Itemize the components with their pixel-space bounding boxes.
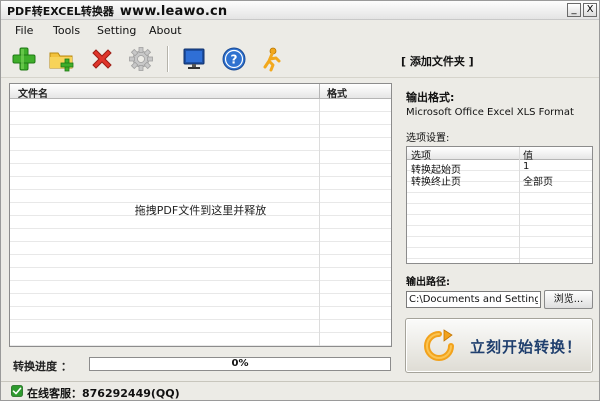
- start-conversion-button[interactable]: 立刻开始转换！: [405, 318, 593, 373]
- support-button[interactable]: [257, 44, 287, 74]
- menu-about[interactable]: About: [149, 24, 182, 37]
- minimize-button[interactable]: _: [567, 3, 581, 17]
- add-file-button[interactable]: [9, 44, 39, 74]
- output-path-label: 输出路径:: [406, 277, 450, 288]
- close-button[interactable]: X: [583, 3, 597, 17]
- file-list-rows: [10, 99, 391, 346]
- file-list[interactable]: 文件名 格式 拖拽PDF文件到这里并释放: [9, 83, 392, 347]
- column-divider: [319, 99, 320, 346]
- output-path-input[interactable]: [406, 291, 541, 308]
- menu-bar: File Tools Setting About: [1, 20, 599, 40]
- option-name-end-page[interactable]: 转换终止页: [411, 173, 461, 188]
- minimize-icon: _: [571, 4, 577, 15]
- title-bar: PDF转EXCEL转换器 www.leawo.cn _ X: [1, 1, 599, 20]
- browse-button[interactable]: 浏览...: [544, 290, 593, 309]
- toolbar: ? [ 添加文件夹 ]: [1, 40, 599, 78]
- options-grid-header: 选项 值: [407, 147, 592, 162]
- start-conversion-label: 立刻开始转换！: [470, 338, 583, 356]
- option-value-end-page[interactable]: 全部页: [523, 173, 553, 188]
- menu-setting[interactable]: Setting: [97, 24, 136, 37]
- column-header-format[interactable]: 格式: [327, 85, 347, 100]
- monitor-button[interactable]: [179, 44, 209, 74]
- add-folder-link[interactable]: [ 添加文件夹 ]: [401, 53, 474, 69]
- monitor-icon: [183, 48, 205, 69]
- option-value-start-page[interactable]: 1: [523, 161, 529, 172]
- file-list-header: 文件名 格式: [10, 84, 391, 100]
- support-contact-text: 在线客服：876292449(QQ): [27, 387, 180, 400]
- options-column-divider: [519, 147, 520, 263]
- add-icon: [12, 47, 36, 71]
- toolbar-separator: [167, 46, 168, 72]
- progress-label: 转换进度 ：: [13, 360, 72, 373]
- app-window: PDF转EXCEL转换器 www.leawo.cn _ X File Tools …: [0, 0, 600, 401]
- menu-tools[interactable]: Tools: [53, 24, 80, 37]
- settings-button[interactable]: [126, 44, 156, 74]
- help-icon: ?: [222, 47, 246, 71]
- progress-bar: 0%: [89, 357, 391, 371]
- add-folder-button[interactable]: [47, 44, 77, 74]
- drop-hint: 拖拽PDF文件到这里并释放: [134, 204, 267, 217]
- support-person-icon: [263, 47, 281, 72]
- delete-button[interactable]: [87, 44, 117, 74]
- check-icon: [11, 385, 23, 397]
- column-header-filename[interactable]: 文件名: [18, 85, 48, 100]
- progress-text: 0%: [231, 358, 249, 369]
- window-title: PDF转EXCEL转换器 www.leawo.cn: [7, 3, 227, 19]
- settings-icon: [129, 47, 153, 71]
- options-label: 选项设置:: [406, 133, 450, 144]
- refresh-arrow-icon: [424, 329, 454, 361]
- svg-text:?: ?: [231, 53, 238, 67]
- status-bar: 在线客服：876292449(QQ): [1, 381, 599, 400]
- menu-file[interactable]: File: [15, 24, 33, 37]
- help-button[interactable]: ?: [219, 44, 249, 74]
- close-icon: X: [586, 4, 594, 15]
- options-grid[interactable]: 选项 值 转换起始页 1 转换终止页 全部页: [406, 146, 593, 264]
- title-url: www.leawo.cn: [119, 4, 228, 19]
- output-format-label: 输出格式:: [406, 91, 455, 104]
- app-title: PDF转EXCEL转换器: [7, 5, 114, 18]
- output-format-value: Microsoft Office Excel XLS Format: [406, 107, 574, 118]
- delete-icon: [92, 49, 112, 69]
- add-folder-icon: [49, 52, 74, 72]
- header-divider: [319, 84, 320, 99]
